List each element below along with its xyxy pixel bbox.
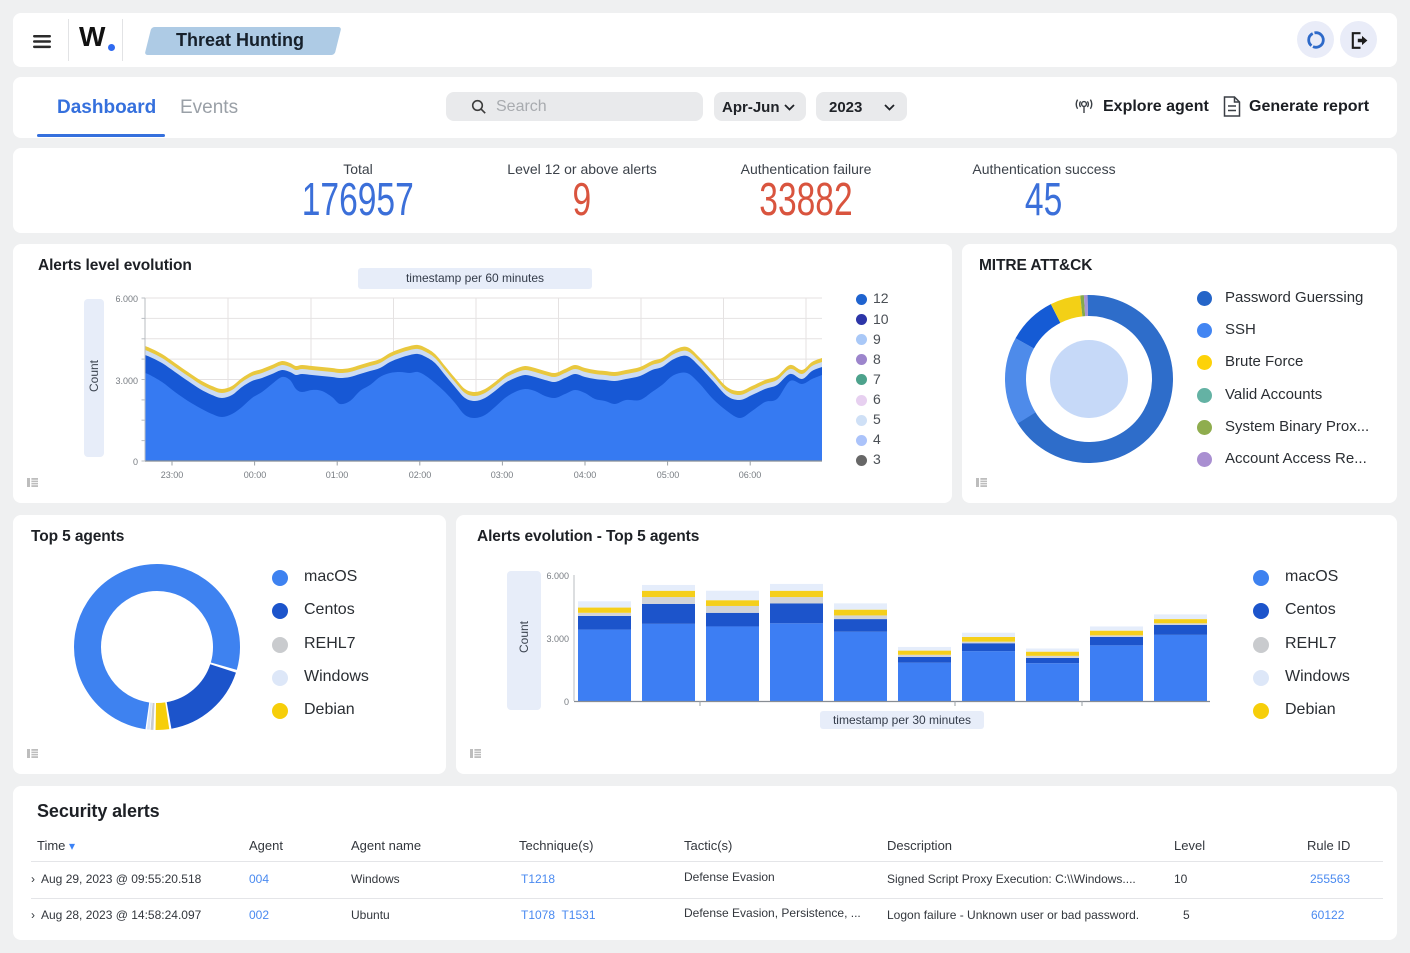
- svg-text:23:00: 23:00: [161, 470, 184, 480]
- svg-text:06:00: 06:00: [739, 470, 762, 480]
- svg-text:0: 0: [564, 697, 569, 707]
- svg-text:05:00: 05:00: [657, 470, 680, 480]
- svg-text:0: 0: [133, 457, 138, 467]
- svg-text:3.000: 3.000: [546, 634, 569, 644]
- svg-text:01:00: 01:00: [326, 470, 349, 480]
- svg-text:02:00: 02:00: [409, 470, 432, 480]
- svg-text:6.000: 6.000: [546, 571, 569, 581]
- svg-text:03:00: 03:00: [491, 470, 514, 480]
- svg-text:00:00: 00:00: [244, 470, 267, 480]
- svg-text:3.000: 3.000: [115, 376, 138, 386]
- svg-text:6.000: 6.000: [115, 294, 138, 304]
- svg-text:04:00: 04:00: [574, 470, 597, 480]
